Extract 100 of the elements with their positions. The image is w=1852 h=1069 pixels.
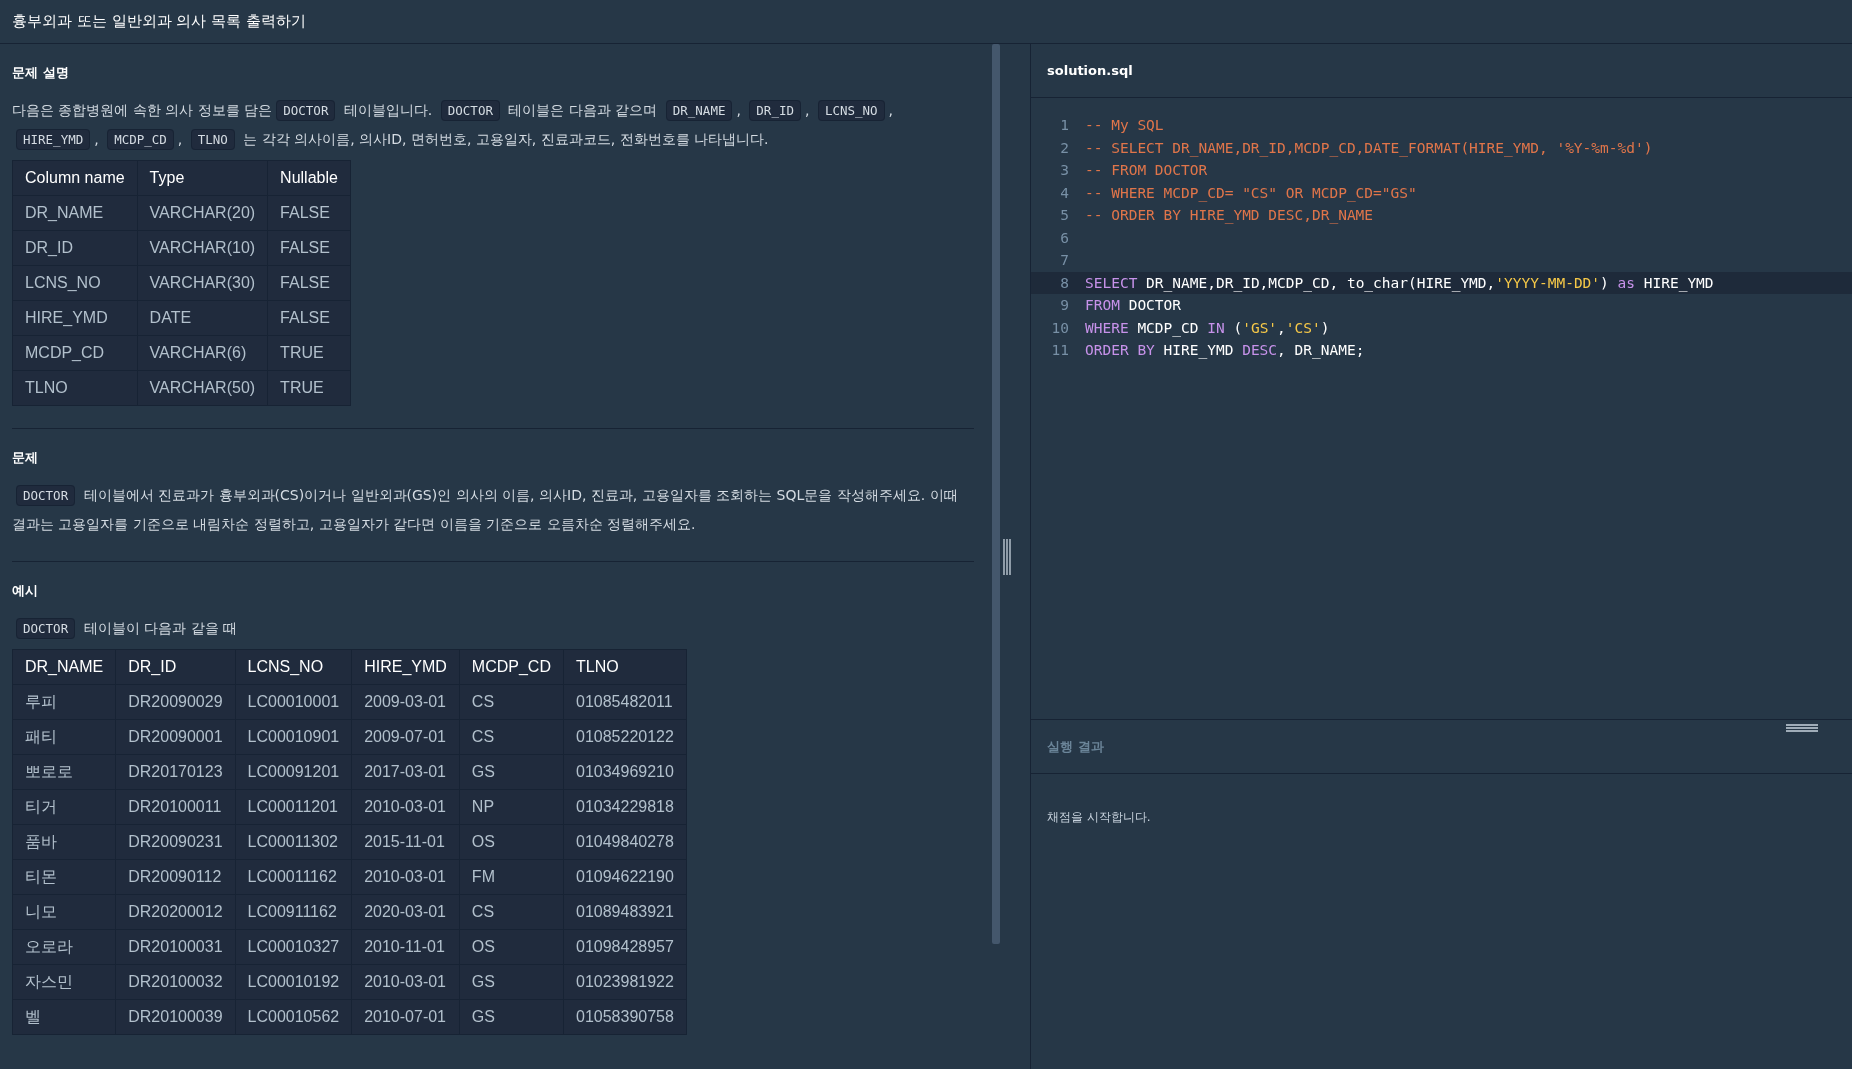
- column-header: Type: [137, 160, 268, 196]
- table-cell: DR_NAME: [12, 195, 138, 231]
- scrollbar[interactable]: [992, 44, 1000, 944]
- table-cell: LC00010901: [235, 719, 352, 755]
- editor-line[interactable]: 1 -- My SQL: [1031, 114, 1852, 137]
- section-title: 예시: [12, 582, 39, 600]
- table-cell: FALSE: [267, 195, 351, 231]
- description-paragraph: 다음은 종합병원에 속한 의사 정보를 담은 DOCTOR 테이블입니다. DOCTOR 테이블은 다음과 같으며 DR_NAME , DR_ID , LCNS_NO , HIRE_YMD , MCDP_CD , TLNO 는 각각 의사이름, 의사ID, 면허번호, 고용일자, 진료과코드, 전화번호를 나타냅니다.: [12, 96, 974, 154]
- line-number: 6: [1059, 229, 1070, 246]
- table-cell: VARCHAR(50): [137, 370, 268, 406]
- result-message: 채점을 시작합니다.: [1047, 810, 1151, 824]
- editor-line[interactable]: 7: [1031, 249, 1852, 272]
- page-title: 흉부외과 또는 일반외과 의사 목록 출력하기: [12, 12, 306, 31]
- code-text: -- ORDER BY HIRE_YMD DESC,DR_NAME: [1085, 207, 1374, 224]
- table-cell: CS: [459, 894, 564, 930]
- line-number: 3: [1059, 162, 1070, 179]
- code-text: -- SELECT DR_NAME,DR_ID,MCDP_CD,DATE_FORMAT(HIRE_YMD, '%Y-%m-%d'): [1085, 139, 1653, 156]
- table-cell: 2010-07-01: [351, 999, 460, 1035]
- table-cell: LC00011302: [235, 824, 352, 860]
- table-cell: 01085220122: [563, 719, 687, 755]
- line-number: 1: [1059, 117, 1070, 134]
- table-cell: 01085482011: [563, 684, 687, 720]
- table-cell: GS: [459, 754, 564, 790]
- section-title: 문제 설명: [12, 64, 70, 82]
- table-cell: OS: [459, 929, 564, 965]
- table-cell: 01098428957: [563, 929, 687, 965]
- table-cell: CS: [459, 684, 564, 720]
- table-cell: 루피: [12, 684, 116, 720]
- table-cell: DR20100039: [115, 999, 236, 1035]
- line-number: 10: [1050, 319, 1070, 336]
- column-header: MCDP_CD: [459, 649, 564, 685]
- table-cell: DR20100032: [115, 964, 236, 1000]
- code-text: -- FROM DOCTOR: [1085, 162, 1208, 179]
- table-cell: 2010-11-01: [351, 929, 460, 965]
- column-header: Nullable: [267, 160, 351, 196]
- code-text: -- My SQL: [1085, 117, 1164, 134]
- table-cell: VARCHAR(20): [137, 195, 268, 231]
- result-title: 실행 결과: [1047, 737, 1104, 756]
- table-cell: 2010-03-01: [351, 859, 460, 895]
- table-cell: 2009-07-01: [351, 719, 460, 755]
- table-cell: 2009-03-01: [351, 684, 460, 720]
- table-cell: LC00010327: [235, 929, 352, 965]
- table-cell: NP: [459, 789, 564, 825]
- table-cell: DR_ID: [12, 230, 138, 266]
- table-cell: LC00010192: [235, 964, 352, 1000]
- code-text: WHERE MCDP_CD IN ('GS','CS'): [1085, 319, 1330, 336]
- editor-line[interactable]: 6: [1031, 226, 1852, 249]
- table-cell: FM: [459, 859, 564, 895]
- table-cell: LC00011201: [235, 789, 352, 825]
- resize-handle-icon[interactable]: [1786, 724, 1818, 732]
- table-cell: GS: [459, 999, 564, 1035]
- table-cell: LC00010562: [235, 999, 352, 1035]
- table-cell: MCDP_CD: [12, 335, 138, 371]
- table-cell: 2020-03-01: [351, 894, 460, 930]
- table-cell: GS: [459, 964, 564, 1000]
- table-cell: 자스민: [12, 964, 116, 1000]
- column-header: DR_NAME: [12, 649, 116, 685]
- code-text: SELECT DR_NAME,DR_ID,MCDP_CD, to_char(HIRE_YMD,'YYYY-MM-DD') as HIRE_YMD: [1085, 274, 1714, 291]
- editor-line[interactable]: 9 FROM DOCTOR: [1031, 294, 1852, 317]
- column-header: Column name: [12, 160, 138, 196]
- line-number: 4: [1059, 184, 1070, 201]
- table-cell: VARCHAR(10): [137, 230, 268, 266]
- editor-line[interactable]: 3 -- FROM DOCTOR: [1031, 159, 1852, 182]
- table-cell: LCNS_NO: [12, 265, 138, 301]
- table-cell: 01034969210: [563, 754, 687, 790]
- table-cell: TRUE: [267, 370, 351, 406]
- editor-line[interactable]: 10 WHERE MCDP_CD IN ('GS','CS'): [1031, 316, 1852, 339]
- table-cell: DR20090231: [115, 824, 236, 860]
- table-cell: 01034229818: [563, 789, 687, 825]
- table-cell: 벨: [12, 999, 116, 1035]
- table-cell: 티거: [12, 789, 116, 825]
- table-cell: 품바: [12, 824, 116, 860]
- resize-handle-icon[interactable]: [1003, 538, 1011, 575]
- table-cell: 01058390758: [563, 999, 687, 1035]
- table-cell: 오로라: [12, 929, 116, 965]
- table-cell: HIRE_YMD: [12, 300, 138, 336]
- section-title: 문제: [12, 449, 39, 467]
- description-paragraph: DOCTOR 테이블에서 진료과가 흉부외과(CS)이거나 일반외과(GS)인 의사의 이름, 의사ID, 진료과, 고용일자를 조회하는 SQL문을 작성해주세요. 이때 결과는 고용일자를 기준으로 내림차순 정렬하고, 고용일자가 같다면 이름을 기준으로 오름차순 정렬해주세요.: [12, 484, 959, 534]
- line-number: 7: [1059, 252, 1070, 269]
- editor-line[interactable]: 5 -- ORDER BY HIRE_YMD DESC,DR_NAME: [1031, 204, 1852, 227]
- editor-line[interactable]: 2 -- SELECT DR_NAME,DR_ID,MCDP_CD,DATE_FORMAT(HIRE_YMD, '%Y-%m-%d'): [1031, 136, 1852, 159]
- editor-line[interactable]: 4 -- WHERE MCDP_CD= "CS" OR MCDP_CD="GS": [1031, 181, 1852, 204]
- table-cell: VARCHAR(30): [137, 265, 268, 301]
- table-cell: 2017-03-01: [351, 754, 460, 790]
- file-name: solution.sql: [1047, 63, 1133, 78]
- line-number: 8: [1059, 274, 1070, 291]
- table-cell: OS: [459, 824, 564, 860]
- line-number: 11: [1050, 342, 1070, 359]
- column-header: LCNS_NO: [235, 649, 352, 685]
- line-number: 2: [1059, 139, 1070, 156]
- table-cell: CS: [459, 719, 564, 755]
- code-text: ORDER BY HIRE_YMD DESC, DR_NAME;: [1085, 342, 1365, 359]
- table-cell: LC00010001: [235, 684, 352, 720]
- editor-line[interactable]: 11 ORDER BY HIRE_YMD DESC, DR_NAME;: [1031, 339, 1852, 362]
- table-cell: TRUE: [267, 335, 351, 371]
- line-number: 5: [1059, 207, 1070, 224]
- table-cell: 패티: [12, 719, 116, 755]
- table-cell: 01094622190: [563, 859, 687, 895]
- table-cell: 니모: [12, 894, 116, 930]
- table-cell: FALSE: [267, 230, 351, 266]
